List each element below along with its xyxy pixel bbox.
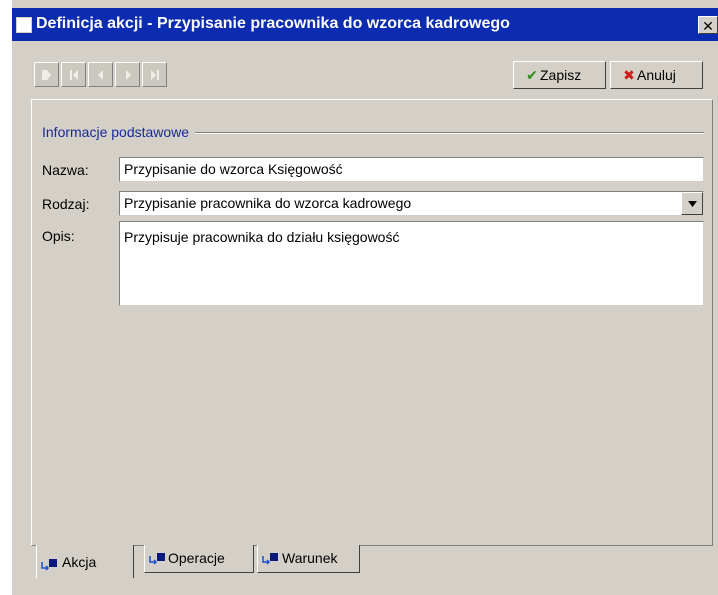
description-label: Opis: (42, 228, 75, 244)
tab-operacje-label: Operacje (168, 550, 225, 566)
assign-icon (262, 553, 278, 565)
assign-icon (41, 559, 57, 571)
description-textarea[interactable]: Przypisuje pracownika do działu księgowo… (119, 221, 704, 306)
title-bar[interactable]: Definicja akcji - Przypisanie pracownika… (12, 8, 718, 41)
last-icon (151, 70, 159, 80)
record-icon (42, 70, 51, 80)
cancel-button[interactable]: ✖ Anuluj (610, 61, 703, 89)
type-select[interactable]: Przypisanie pracownika do wzorca kadrowe… (119, 191, 704, 216)
tab-warunek-label: Warunek (282, 550, 338, 566)
chevron-down-icon (688, 201, 697, 207)
tab-akcja[interactable]: Akcja (36, 545, 134, 578)
type-dropdown-button[interactable] (681, 192, 703, 215)
type-label: Rodzaj: (42, 196, 90, 212)
first-record-button[interactable] (61, 62, 86, 87)
first-icon (70, 70, 78, 80)
previous-icon (98, 70, 103, 80)
previous-record-button[interactable] (88, 62, 113, 87)
close-button[interactable]: ✕ (698, 16, 718, 34)
last-record-button[interactable] (142, 62, 167, 87)
window-title: Definicja akcji - Przypisanie pracownika… (36, 15, 510, 32)
name-field[interactable]: Przypisanie do wzorca Księgowość (119, 157, 704, 182)
type-value: Przypisanie pracownika do wzorca kadrowe… (124, 195, 412, 211)
tab-warunek[interactable]: Warunek (257, 545, 360, 573)
save-label: Zapisz (540, 67, 582, 83)
window-icon (16, 17, 32, 33)
next-icon (126, 70, 131, 80)
name-label: Nazwa: (42, 162, 89, 178)
assign-icon (149, 553, 165, 565)
checkmark-icon: ✔ (526, 67, 538, 83)
next-record-button[interactable] (115, 62, 140, 87)
tab-akcja-label: Akcja (62, 554, 97, 570)
cancel-label: Anuluj (637, 67, 676, 83)
tab-operacje[interactable]: Operacje (144, 545, 254, 573)
group-title: Informacje podstawowe (42, 124, 196, 140)
form-panel: Informacje podstawowe Nazwa: Przypisanie… (31, 99, 713, 546)
save-button[interactable]: ✔ Zapisz (513, 61, 606, 89)
record-button[interactable] (34, 62, 59, 87)
toolbar: ✔ Zapisz ✖ Anuluj (12, 41, 718, 99)
cross-icon: ✖ (623, 67, 635, 83)
action-definition-window: Definicja akcji - Przypisanie pracownika… (12, 0, 718, 595)
